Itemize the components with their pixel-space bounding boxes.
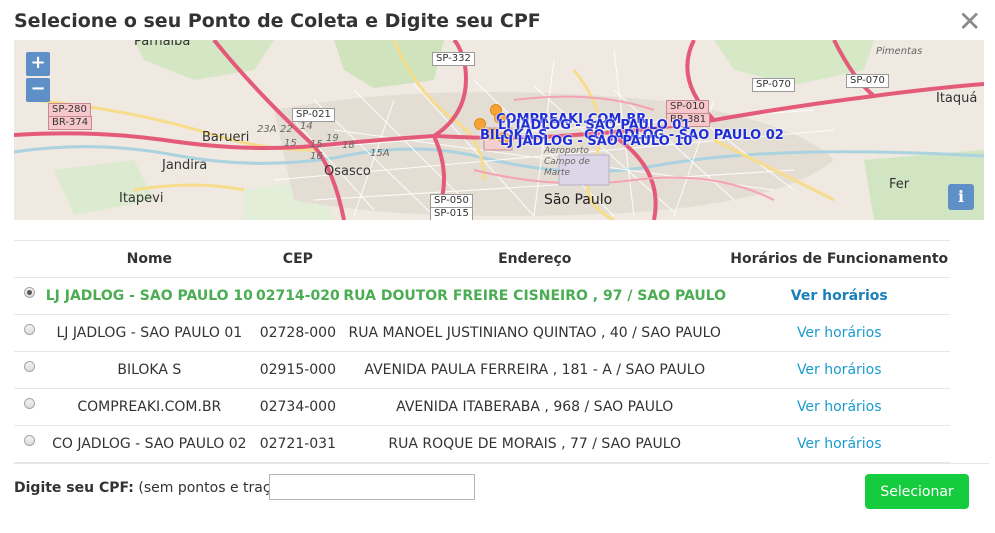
point-radio[interactable]: [23, 323, 35, 335]
header-select: [14, 240, 44, 278]
point-radio[interactable]: [23, 434, 35, 446]
point-cep: 02714-020: [254, 277, 342, 315]
point-address: AVENIDA ITABERABA , 968 / SAO PAULO: [341, 388, 729, 426]
road-shield: SP-280: [48, 103, 91, 117]
point-radio[interactable]: [23, 397, 35, 409]
radio-cell[interactable]: [14, 388, 44, 426]
point-name: BILOKA S: [44, 351, 255, 389]
header-hours: Horários de Funcionamento: [728, 240, 950, 278]
table-row[interactable]: BILOKA S 02915-000 AVENIDA PAULA FERREIR…: [14, 351, 950, 389]
point-cep: 02734-000: [254, 388, 342, 426]
road-shield: BR-374: [48, 116, 93, 130]
road-number: 18: [342, 140, 355, 151]
map-place-label: Itaquá: [936, 91, 978, 106]
view-hours-link[interactable]: Ver horários: [797, 362, 882, 378]
hours-cell: Ver horários: [728, 314, 950, 352]
header-name: Nome: [44, 240, 255, 278]
map-place-label: Parnaíba: [134, 40, 191, 49]
zoom-in-button[interactable]: +: [26, 52, 50, 76]
map-place-label: São Paulo: [544, 192, 613, 208]
dialog-title: Selecione o seu Ponto de Coleta e Digite…: [14, 10, 541, 32]
map-place-label: Barueri: [202, 130, 250, 145]
footer-divider: [14, 463, 989, 464]
point-radio[interactable]: [23, 286, 35, 298]
radio-cell[interactable]: [14, 425, 44, 463]
point-name: CO JADLOG - SAO PAULO 02: [44, 425, 255, 463]
view-hours-link[interactable]: Ver horários: [797, 325, 882, 341]
table-row[interactable]: CO JADLOG - SAO PAULO 02 02721-031 RUA R…: [14, 425, 950, 463]
point-cep: 02728-000: [254, 314, 342, 352]
cpf-input[interactable]: [269, 474, 475, 500]
point-cep: 02721-031: [254, 425, 342, 463]
road-shield: SP-070: [846, 74, 889, 88]
collection-points-table: Nome CEP Endereço Horários de Funcioname…: [14, 240, 950, 463]
road-shield: SP-070: [752, 78, 795, 92]
road-number: 14: [300, 121, 313, 132]
view-hours-link[interactable]: Ver horários: [797, 436, 882, 452]
point-name: LJ JADLOG - SAO PAULO 01: [44, 314, 255, 352]
point-address: RUA DOUTOR FREIRE CISNEIRO , 97 / SAO PA…: [341, 277, 729, 315]
road-number: 15: [310, 139, 323, 150]
cpf-label: Digite seu CPF: (sem pontos e traços): [14, 480, 292, 496]
map-view[interactable]: + − Parnaíba Barueri Jandira Itapevi Osa…: [14, 40, 984, 220]
hours-cell: Ver horários: [728, 388, 950, 426]
map-place-label: Itapevi: [119, 191, 164, 206]
hours-cell: Ver horários: [728, 277, 950, 315]
map-place-label: Fer: [889, 177, 910, 192]
point-address: RUA ROQUE DE MORAIS , 77 / SAO PAULO: [341, 425, 729, 463]
road-shield: SP-050: [430, 194, 473, 208]
point-address: AVENIDA PAULA FERREIRA , 181 - A / SAO P…: [341, 351, 729, 389]
road-shield: SP-332: [432, 52, 475, 66]
map-place-label: Osasco: [324, 164, 371, 179]
hours-cell: Ver horários: [728, 425, 950, 463]
table-row[interactable]: LJ JADLOG - SAO PAULO 01 02728-000 RUA M…: [14, 314, 950, 352]
table-row[interactable]: COMPREAKI.COM.BR 02734-000 AVENIDA ITABE…: [14, 388, 950, 426]
point-radio[interactable]: [23, 360, 35, 372]
zoom-out-button[interactable]: −: [26, 78, 50, 102]
header-cep: CEP: [254, 240, 342, 278]
road-shield: SP-021: [292, 108, 335, 122]
map-place-label: Pimentas: [876, 46, 923, 57]
cpf-label-text: Digite seu CPF:: [14, 480, 134, 496]
point-address: RUA MANOEL JUSTINIANO QUINTAO , 40 / SAO…: [341, 314, 729, 352]
map-marker-label[interactable]: LJ JADLOG - SAO PAULO 10: [500, 134, 692, 149]
road-number: 16: [310, 151, 323, 162]
table-header-row: Nome CEP Endereço Horários de Funcioname…: [14, 240, 950, 278]
point-cep: 02915-000: [254, 351, 342, 389]
road-number: 19: [326, 133, 339, 144]
road-shield: SP-010: [666, 100, 709, 114]
view-hours-link[interactable]: Ver horários: [791, 288, 888, 304]
road-shield: SP-015: [430, 207, 473, 220]
header-address: Endereço: [341, 240, 729, 278]
radio-cell[interactable]: [14, 314, 44, 352]
road-number: 15A: [370, 148, 390, 159]
close-icon[interactable]: ✕: [958, 6, 981, 38]
road-number: 22: [280, 124, 293, 135]
view-hours-link[interactable]: Ver horários: [797, 399, 882, 415]
table-row[interactable]: LJ JADLOG - SAO PAULO 10 02714-020 RUA D…: [14, 277, 950, 315]
point-name: LJ JADLOG - SAO PAULO 10: [44, 277, 255, 315]
radio-cell[interactable]: [14, 351, 44, 389]
map-info-button[interactable]: i: [948, 184, 974, 210]
radio-cell[interactable]: [14, 277, 44, 315]
hours-cell: Ver horários: [728, 351, 950, 389]
select-button[interactable]: Selecionar: [865, 474, 969, 509]
map-place-label: Jandira: [162, 158, 208, 173]
point-name: COMPREAKI.COM.BR: [44, 388, 255, 426]
road-number: 23A: [257, 124, 277, 135]
map-place-label: Aeroporto Campo de Marte: [544, 146, 590, 178]
road-number: 15: [284, 138, 297, 149]
